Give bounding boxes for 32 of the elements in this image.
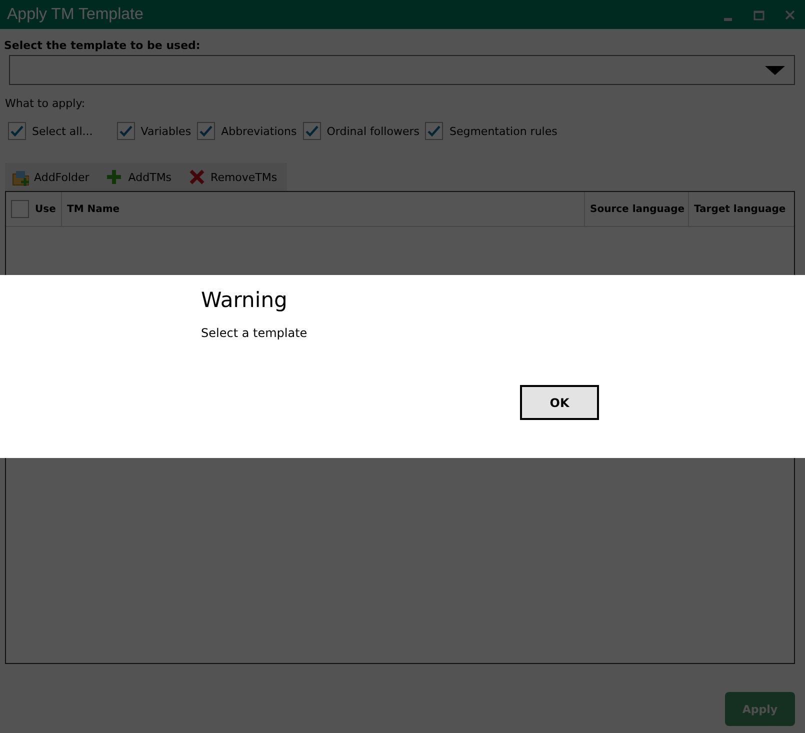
column-header: Use xyxy=(35,204,56,214)
checkbox[interactable] xyxy=(425,122,444,140)
toolbar-button[interactable]: AddFolder xyxy=(5,163,100,191)
minimize-icon xyxy=(724,18,732,21)
close-icon xyxy=(784,8,796,20)
column-header: Source language xyxy=(590,204,685,214)
toolbar-button[interactable]: RemoveTMs xyxy=(182,163,288,191)
folder-add-icon xyxy=(12,168,29,186)
template-dropdown[interactable] xyxy=(9,55,795,85)
checkbox[interactable] xyxy=(116,122,135,140)
field-label: Select the template to be used: xyxy=(4,39,202,52)
window-title: Apply TM Template xyxy=(7,6,144,24)
checkbox-label: Abbreviations xyxy=(221,124,297,138)
checkbox-label: Ordinal followers xyxy=(326,124,420,138)
remove-icon xyxy=(188,168,206,186)
plus-icon xyxy=(106,168,124,186)
column-header: Target language xyxy=(694,204,786,214)
section-label: What to apply: xyxy=(5,97,86,110)
maximize-icon xyxy=(752,8,764,20)
column-header: TM Name xyxy=(67,204,120,214)
checkbox-label: Select all... xyxy=(32,124,93,138)
dialog-title: Warning xyxy=(201,288,288,312)
select-all-checkbox[interactable] xyxy=(11,200,29,218)
dialog-message: Select a template xyxy=(201,326,308,340)
checkbox-label: Segmentation rules xyxy=(449,124,558,138)
checkbox-label: Variables xyxy=(140,124,192,138)
ok-button[interactable]: OK xyxy=(520,385,599,420)
caret-icon xyxy=(765,66,785,74)
toolbar-button[interactable]: AddTMs xyxy=(99,163,182,191)
checkbox[interactable] xyxy=(302,122,321,140)
checkbox[interactable] xyxy=(8,122,26,140)
checkbox[interactable] xyxy=(197,122,216,140)
